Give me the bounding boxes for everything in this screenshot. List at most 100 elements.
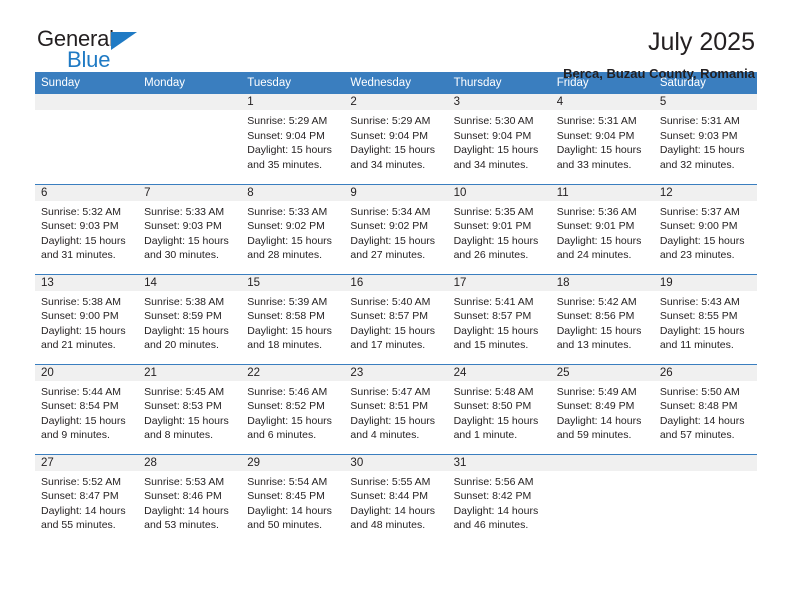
day-cell[interactable]: 29 Sunrise: 5:54 AM Sunset: 8:45 PM Dayl… bbox=[241, 453, 345, 544]
generalblue-logo[interactable]: General Blue bbox=[35, 28, 237, 71]
day-details: Sunrise: 5:44 AM Sunset: 8:54 PM Dayligh… bbox=[35, 381, 138, 443]
day-cell[interactable]: 1 Sunrise: 5:29 AM Sunset: 9:04 PM Dayli… bbox=[241, 94, 345, 184]
sunrise-text: Sunrise: 5:43 AM bbox=[659, 295, 740, 308]
day-number bbox=[138, 94, 242, 110]
sunrise-text: Sunrise: 5:44 AM bbox=[41, 385, 121, 398]
day-number: 24 bbox=[447, 364, 551, 381]
daylight-text: Daylight: 15 hours and 24 minutes. bbox=[556, 234, 642, 262]
day-cell[interactable]: 8 Sunrise: 5:33 AM Sunset: 9:02 PM Dayli… bbox=[241, 183, 345, 274]
sunset-text: Sunset: 8:42 PM bbox=[453, 490, 532, 502]
day-details: Sunrise: 5:53 AM Sunset: 8:46 PM Dayligh… bbox=[138, 471, 241, 533]
daylight-text: Daylight: 14 hours and 46 minutes. bbox=[453, 504, 539, 532]
week-row: 1 Sunrise: 5:29 AM Sunset: 9:04 PM Dayli… bbox=[35, 94, 757, 184]
sunset-text: Sunset: 8:56 PM bbox=[556, 310, 635, 322]
weekday-header-tuesday: Tuesday bbox=[241, 72, 345, 94]
day-details: Sunrise: 5:35 AM Sunset: 9:01 PM Dayligh… bbox=[448, 201, 551, 263]
day-cell[interactable]: 12 Sunrise: 5:37 AM Sunset: 9:00 PM Dayl… bbox=[653, 183, 757, 274]
day-cell[interactable]: 11 Sunrise: 5:36 AM Sunset: 9:01 PM Dayl… bbox=[550, 183, 654, 274]
day-details: Sunrise: 5:36 AM Sunset: 9:01 PM Dayligh… bbox=[551, 201, 654, 263]
sunset-text: Sunset: 8:50 PM bbox=[453, 400, 532, 412]
daylight-text: Daylight: 15 hours and 6 minutes. bbox=[247, 414, 332, 442]
day-cell bbox=[138, 94, 242, 184]
day-cell[interactable]: 28 Sunrise: 5:53 AM Sunset: 8:46 PM Dayl… bbox=[138, 453, 242, 544]
day-cell[interactable]: 9 Sunrise: 5:34 AM Sunset: 9:02 PM Dayli… bbox=[344, 183, 448, 274]
day-number: 13 bbox=[35, 274, 139, 291]
week-row: 20 Sunrise: 5:44 AM Sunset: 8:54 PM Dayl… bbox=[35, 363, 757, 454]
daylight-text: Daylight: 14 hours and 50 minutes. bbox=[247, 504, 332, 532]
day-details: Sunrise: 5:43 AM Sunset: 8:55 PM Dayligh… bbox=[654, 291, 757, 353]
sunrise-text: Sunrise: 5:36 AM bbox=[556, 205, 637, 218]
sunset-text: Sunset: 9:03 PM bbox=[144, 220, 222, 232]
day-cell[interactable]: 20 Sunrise: 5:44 AM Sunset: 8:54 PM Dayl… bbox=[35, 363, 139, 454]
daylight-text: Daylight: 15 hours and 4 minutes. bbox=[350, 414, 436, 442]
sunset-text: Sunset: 8:44 PM bbox=[350, 490, 429, 502]
daylight-text: Daylight: 15 hours and 20 minutes. bbox=[144, 324, 229, 352]
day-cell[interactable]: 3 Sunrise: 5:30 AM Sunset: 9:04 PM Dayli… bbox=[447, 94, 551, 184]
sunrise-text: Sunrise: 5:53 AM bbox=[144, 475, 225, 488]
daylight-text: Daylight: 15 hours and 28 minutes. bbox=[247, 234, 332, 262]
daylight-text: Daylight: 15 hours and 8 minutes. bbox=[144, 414, 229, 442]
sunset-text: Sunset: 8:57 PM bbox=[453, 310, 532, 322]
day-details: Sunrise: 5:33 AM Sunset: 9:02 PM Dayligh… bbox=[241, 201, 344, 263]
day-cell[interactable]: 2 Sunrise: 5:29 AM Sunset: 9:04 PM Dayli… bbox=[344, 94, 448, 184]
day-cell[interactable]: 22 Sunrise: 5:46 AM Sunset: 8:52 PM Dayl… bbox=[241, 363, 345, 454]
day-cell[interactable]: 25 Sunrise: 5:49 AM Sunset: 8:49 PM Dayl… bbox=[550, 363, 654, 454]
sunrise-text: Sunrise: 5:41 AM bbox=[453, 295, 534, 308]
day-details: Sunrise: 5:33 AM Sunset: 9:03 PM Dayligh… bbox=[138, 201, 241, 263]
day-cell[interactable]: 5 Sunrise: 5:31 AM Sunset: 9:03 PM Dayli… bbox=[653, 94, 757, 184]
sunset-text: Sunset: 9:03 PM bbox=[659, 129, 738, 142]
day-cell[interactable]: 7 Sunrise: 5:33 AM Sunset: 9:03 PM Dayli… bbox=[138, 183, 242, 274]
day-cell[interactable]: 14 Sunrise: 5:38 AM Sunset: 8:59 PM Dayl… bbox=[138, 273, 242, 364]
sunset-text: Sunset: 8:51 PM bbox=[350, 400, 429, 412]
week-row: 6 Sunrise: 5:32 AM Sunset: 9:03 PM Dayli… bbox=[35, 183, 757, 274]
sunset-text: Sunset: 9:02 PM bbox=[247, 220, 325, 232]
sunrise-text: Sunrise: 5:34 AM bbox=[350, 205, 431, 218]
daylight-text: Daylight: 15 hours and 34 minutes. bbox=[350, 144, 436, 171]
day-cell[interactable]: 17 Sunrise: 5:41 AM Sunset: 8:57 PM Dayl… bbox=[447, 273, 551, 364]
weekday-header-wednesday: Wednesday bbox=[344, 72, 448, 94]
day-cell[interactable]: 27 Sunrise: 5:52 AM Sunset: 8:47 PM Dayl… bbox=[35, 453, 139, 544]
day-number: 31 bbox=[447, 454, 551, 471]
day-number: 6 bbox=[35, 184, 139, 201]
daylight-text: Daylight: 15 hours and 35 minutes. bbox=[247, 144, 332, 171]
sunrise-text: Sunrise: 5:31 AM bbox=[556, 115, 637, 127]
sunset-text: Sunset: 9:03 PM bbox=[41, 220, 119, 232]
day-cell[interactable]: 4 Sunrise: 5:31 AM Sunset: 9:04 PM Dayli… bbox=[550, 94, 654, 184]
day-cell[interactable]: 30 Sunrise: 5:55 AM Sunset: 8:44 PM Dayl… bbox=[344, 453, 448, 544]
day-cell[interactable]: 19 Sunrise: 5:43 AM Sunset: 8:55 PM Dayl… bbox=[653, 273, 757, 364]
day-number: 2 bbox=[344, 94, 448, 110]
day-number: 8 bbox=[241, 184, 345, 201]
day-cell[interactable]: 15 Sunrise: 5:39 AM Sunset: 8:58 PM Dayl… bbox=[241, 273, 345, 364]
sunrise-text: Sunrise: 5:33 AM bbox=[144, 205, 225, 218]
day-cell[interactable]: 6 Sunrise: 5:32 AM Sunset: 9:03 PM Dayli… bbox=[35, 183, 139, 274]
day-cell[interactable]: 24 Sunrise: 5:48 AM Sunset: 8:50 PM Dayl… bbox=[447, 363, 551, 454]
day-details: Sunrise: 5:31 AM Sunset: 9:03 PM Dayligh… bbox=[654, 110, 757, 172]
day-details: Sunrise: 5:50 AM Sunset: 8:48 PM Dayligh… bbox=[654, 381, 757, 443]
day-cell[interactable]: 16 Sunrise: 5:40 AM Sunset: 8:57 PM Dayl… bbox=[344, 273, 448, 364]
daylight-text: Daylight: 14 hours and 57 minutes. bbox=[659, 414, 745, 442]
day-number: 28 bbox=[138, 454, 242, 471]
day-number: 14 bbox=[138, 274, 242, 291]
day-details: Sunrise: 5:52 AM Sunset: 8:47 PM Dayligh… bbox=[35, 471, 138, 533]
day-cell[interactable]: 21 Sunrise: 5:45 AM Sunset: 8:53 PM Dayl… bbox=[138, 363, 242, 454]
day-cell[interactable]: 23 Sunrise: 5:47 AM Sunset: 8:51 PM Dayl… bbox=[344, 363, 448, 454]
sunset-text: Sunset: 8:47 PM bbox=[41, 490, 119, 502]
daylight-text: Daylight: 15 hours and 1 minute. bbox=[453, 414, 539, 442]
sunset-text: Sunset: 8:55 PM bbox=[659, 310, 738, 322]
day-cell[interactable]: 26 Sunrise: 5:50 AM Sunset: 8:48 PM Dayl… bbox=[653, 363, 757, 454]
day-cell[interactable]: 31 Sunrise: 5:56 AM Sunset: 8:42 PM Dayl… bbox=[447, 453, 551, 544]
sunset-text: Sunset: 9:04 PM bbox=[453, 129, 532, 142]
day-number: 17 bbox=[447, 274, 551, 291]
sunrise-text: Sunrise: 5:29 AM bbox=[350, 115, 431, 127]
day-cell[interactable]: 18 Sunrise: 5:42 AM Sunset: 8:56 PM Dayl… bbox=[550, 273, 654, 364]
day-cell[interactable]: 13 Sunrise: 5:38 AM Sunset: 9:00 PM Dayl… bbox=[35, 273, 139, 364]
sunrise-text: Sunrise: 5:55 AM bbox=[350, 475, 431, 488]
day-cell bbox=[653, 453, 757, 544]
day-number: 7 bbox=[138, 184, 242, 201]
sunrise-text: Sunrise: 5:50 AM bbox=[659, 385, 740, 398]
sunset-text: Sunset: 9:04 PM bbox=[556, 129, 635, 142]
day-details: Sunrise: 5:54 AM Sunset: 8:45 PM Dayligh… bbox=[241, 471, 344, 533]
sunset-text: Sunset: 9:04 PM bbox=[350, 129, 429, 142]
day-cell[interactable]: 10 Sunrise: 5:35 AM Sunset: 9:01 PM Dayl… bbox=[447, 183, 551, 274]
day-number bbox=[35, 94, 139, 110]
